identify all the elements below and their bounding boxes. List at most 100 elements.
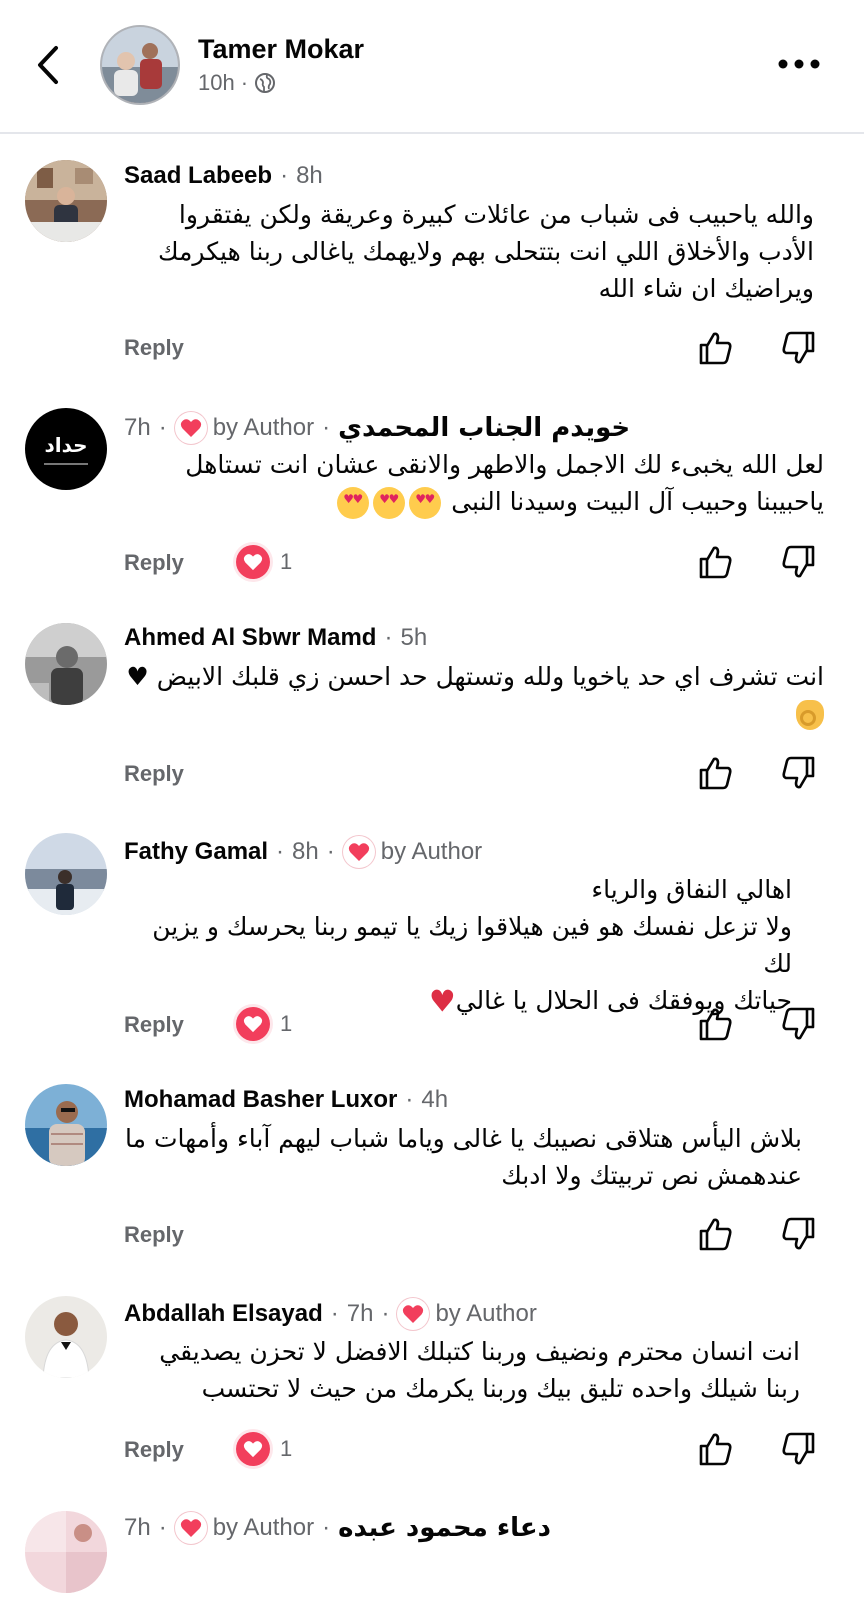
header-dot: · xyxy=(280,162,289,189)
author-heart-icon xyxy=(397,1298,430,1330)
globe-icon xyxy=(255,73,276,93)
commenter-name[interactable]: Abdallah Elsayad xyxy=(124,1300,323,1328)
thumbs-down-icon xyxy=(782,1007,815,1040)
commenter-avatar[interactable] xyxy=(25,833,107,915)
comment-text: لعل الله يخبىء لك الاجمل والاطهر والانقى… xyxy=(124,446,824,520)
commenter-name[interactable]: خويدم الجناب المحمدي xyxy=(338,413,630,443)
post-meta: 10h · xyxy=(198,70,276,96)
comment-line: ولا تزعل نفسك هو فين هيلاقوا زيك يا تيمو… xyxy=(152,912,792,978)
dislike-button[interactable] xyxy=(780,1431,816,1467)
like-button[interactable] xyxy=(698,1431,734,1467)
back-button[interactable] xyxy=(26,40,70,90)
header-dot: · xyxy=(322,414,331,441)
reply-button[interactable]: Reply xyxy=(124,335,184,361)
comment-text: انت تشرف اي حد ياخويا ولله وتستهل حد احس… xyxy=(124,658,824,732)
header-dot: · xyxy=(405,1086,414,1113)
commenter-avatar[interactable] xyxy=(25,623,107,705)
reply-button[interactable]: Reply xyxy=(124,550,184,576)
comment-header: 7h · by Author · خويدم الجناب المحمدي xyxy=(124,412,630,444)
comment-time: 7h xyxy=(124,414,151,441)
author-heart-icon xyxy=(174,1512,207,1544)
more-options-button[interactable] xyxy=(774,52,824,76)
post-time: 10h xyxy=(198,70,235,95)
dislike-button[interactable] xyxy=(780,755,816,791)
like-button[interactable] xyxy=(698,544,734,580)
reply-button[interactable]: Reply xyxy=(124,1437,184,1463)
comment-header: Ahmed Al Sbwr Mamd · 5h xyxy=(124,624,427,652)
header-dot: · xyxy=(158,414,167,441)
like-button[interactable] xyxy=(698,1216,734,1252)
commenter-avatar[interactable] xyxy=(25,1084,107,1166)
thumbs-down-icon xyxy=(782,1217,815,1250)
comment-time: 7h xyxy=(346,1300,374,1327)
header-dot: · xyxy=(330,1300,339,1327)
thumbs-down-icon xyxy=(782,756,815,789)
dislike-button[interactable] xyxy=(780,330,816,366)
like-button[interactable] xyxy=(698,1006,734,1042)
comment-text-content: انت تشرف اي حد ياخويا ولله وتستهل حد احس… xyxy=(126,662,824,691)
love-reaction-icon xyxy=(236,1432,270,1466)
meta-separator: · xyxy=(240,70,249,95)
dislike-button[interactable] xyxy=(780,1006,816,1042)
author-avatar[interactable] xyxy=(100,25,180,105)
like-button[interactable] xyxy=(698,330,734,366)
thumbs-up-icon xyxy=(699,332,732,365)
reaction-count: 1 xyxy=(280,549,293,574)
by-author-label: by Author xyxy=(212,1514,315,1541)
avatar-text: حداد xyxy=(44,433,88,457)
reaction-summary[interactable]: 1 xyxy=(236,1432,292,1466)
commenter-name[interactable]: دعاء محمود عبده xyxy=(338,1513,551,1543)
reaction-summary[interactable]: 1 xyxy=(236,1007,292,1041)
like-button[interactable] xyxy=(698,755,734,791)
thumbs-down-icon xyxy=(782,331,815,364)
by-author-label: by Author xyxy=(435,1300,537,1327)
commenter-name[interactable]: Saad Labeeb xyxy=(124,162,272,190)
dislike-button[interactable] xyxy=(780,1216,816,1252)
heart-eyes-emoji xyxy=(337,487,370,519)
commenter-avatar[interactable] xyxy=(25,1511,107,1593)
comment-time: 4h xyxy=(421,1086,449,1113)
author-heart-icon xyxy=(174,412,207,444)
reaction-count: 1 xyxy=(280,1436,293,1461)
thumbs-down-icon xyxy=(782,545,815,578)
author-heart-icon xyxy=(342,836,375,868)
reply-button[interactable]: Reply xyxy=(124,1222,184,1248)
reaction-summary[interactable]: 1 xyxy=(236,545,292,579)
ok-hand-emoji xyxy=(796,700,824,730)
header-dot: · xyxy=(326,838,335,865)
dislike-button[interactable] xyxy=(780,544,816,580)
header-dot: · xyxy=(384,624,393,651)
author-name[interactable]: Tamer Mokar xyxy=(198,34,364,65)
commenter-avatar[interactable]: حداد xyxy=(25,408,107,490)
commenter-avatar[interactable] xyxy=(25,160,107,242)
thumbs-up-icon xyxy=(699,1218,732,1251)
commenter-avatar[interactable] xyxy=(25,1296,107,1378)
reply-button[interactable]: Reply xyxy=(124,1012,184,1038)
comment-time: 7h xyxy=(124,1514,151,1541)
heart-eyes-emoji xyxy=(373,487,406,519)
post-header: Tamer Mokar 10h · xyxy=(0,0,864,134)
love-reaction-icon xyxy=(236,545,270,579)
thumbs-up-icon xyxy=(699,1433,732,1466)
comment-text: بلاش اليأس هتلاقى نصيبك يا غالى وياما شب… xyxy=(125,1124,802,1190)
red-heart-emoji: ♥ xyxy=(428,984,456,1020)
reaction-count: 1 xyxy=(280,1011,293,1036)
comment-header: Saad Labeeb · 8h xyxy=(124,162,323,190)
comment-header: 7h · by Author · دعاء محمود عبده xyxy=(124,1512,551,1544)
by-author-label: by Author xyxy=(212,414,315,441)
comment-time: 8h xyxy=(292,838,319,865)
love-reaction-icon xyxy=(236,1007,270,1041)
commenter-name[interactable]: Fathy Gamal xyxy=(124,838,268,866)
header-dot: · xyxy=(276,838,285,865)
commenter-name[interactable]: Ahmed Al Sbwr Mamd xyxy=(124,624,376,652)
commenter-name[interactable]: Mohamad Basher Luxor xyxy=(124,1086,397,1114)
by-author-badge: by Author xyxy=(342,836,482,868)
comment-text: اهالي النفاق والرياء ولا تزعل نفسك هو في… xyxy=(124,871,792,1021)
reply-button[interactable]: Reply xyxy=(124,761,184,787)
comment-header: Fathy Gamal · 8h · by Author xyxy=(124,836,482,868)
thumbs-up-icon xyxy=(699,1008,732,1041)
comment-time: 8h xyxy=(296,162,323,189)
comment-line: حياتك ويوفقك فى الحلال يا غالي xyxy=(455,986,792,1015)
comment-header: Abdallah Elsayad · 7h · by Author xyxy=(124,1298,537,1330)
thumbs-up-icon xyxy=(699,757,732,790)
